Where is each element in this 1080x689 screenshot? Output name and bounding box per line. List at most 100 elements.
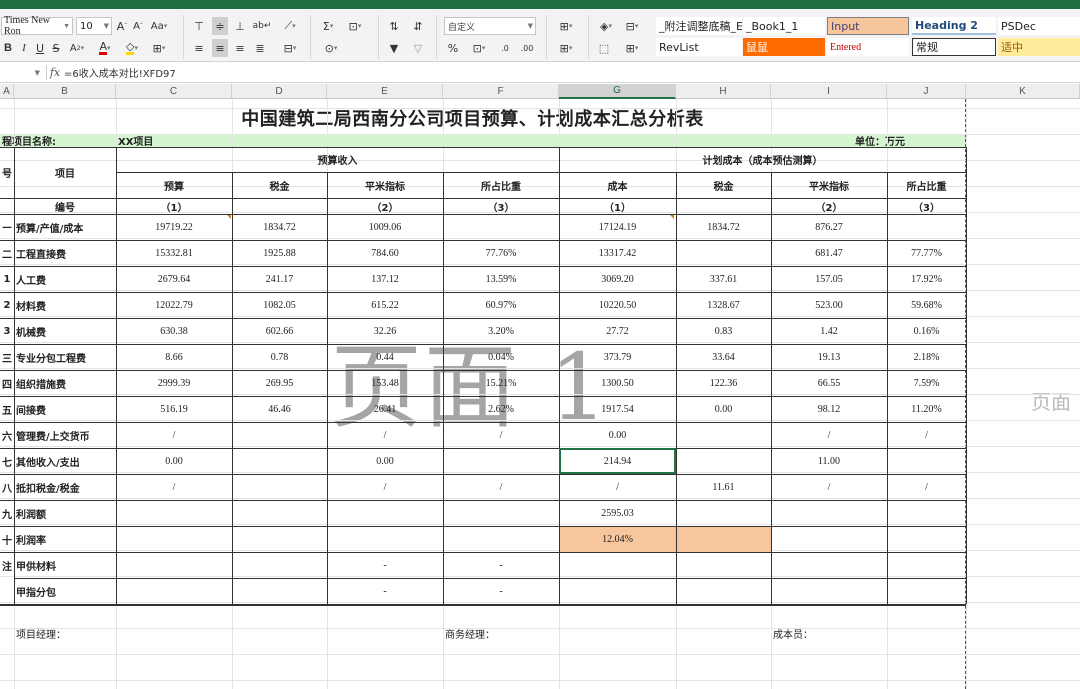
table-cell[interactable]: 1925.88 <box>232 240 327 266</box>
style-book1[interactable]: _Book1_1 <box>743 17 825 35</box>
table-cell[interactable] <box>676 422 771 448</box>
table-format-icon[interactable]: ⊞ ▾ <box>554 39 580 57</box>
table-cell[interactable]: / <box>327 422 443 448</box>
table-cell[interactable]: 2679.64 <box>116 266 232 292</box>
table-cell[interactable]: / <box>443 422 559 448</box>
table-cell[interactable]: 11.61 <box>676 474 771 500</box>
table-cell[interactable]: / <box>116 474 232 500</box>
table-cell[interactable]: 3069.20 <box>559 266 676 292</box>
table-cell[interactable]: - <box>443 578 559 604</box>
table-cell[interactable]: / <box>887 422 966 448</box>
underline-icon[interactable]: U <box>34 39 46 57</box>
fill-icon[interactable]: ⊡ ▾ <box>344 17 368 35</box>
select-icon[interactable]: ⬚ <box>596 39 612 57</box>
table-cell[interactable]: 0.44 <box>327 344 443 370</box>
column-header-a[interactable]: A <box>0 84 14 99</box>
style-input[interactable]: Input <box>827 17 909 35</box>
table-cell[interactable] <box>116 500 232 526</box>
table-cell[interactable]: 3.20% <box>443 318 559 344</box>
table-cell[interactable] <box>887 578 966 604</box>
table-cell[interactable]: 46.46 <box>232 396 327 422</box>
table-cell[interactable]: 157.05 <box>771 266 887 292</box>
style-entered[interactable]: Entered <box>827 38 909 56</box>
table-cell[interactable]: 1328.67 <box>676 292 771 318</box>
table-cell[interactable]: 15.21% <box>443 370 559 396</box>
align-right-icon[interactable]: ≡ <box>233 39 247 57</box>
table-cell[interactable] <box>676 552 771 578</box>
column-header-b[interactable]: B <box>14 84 116 99</box>
table-cell[interactable]: 1834.72 <box>232 214 327 240</box>
table-cell[interactable]: 13.59% <box>443 266 559 292</box>
table-cell[interactable] <box>232 474 327 500</box>
table-cell[interactable]: 122.36 <box>676 370 771 396</box>
sort-descending-icon[interactable]: ⇵ <box>410 17 426 35</box>
table-cell[interactable]: 784.60 <box>327 240 443 266</box>
table-cell[interactable]: 17124.19 <box>559 214 676 240</box>
name-box-dropdown[interactable]: ▼ <box>0 64 46 81</box>
table-cell[interactable]: 2595.03 <box>559 500 676 526</box>
table-cell[interactable] <box>771 526 887 552</box>
table-cell[interactable] <box>232 500 327 526</box>
table-cell[interactable]: 11.00 <box>771 448 887 474</box>
format-table-icon[interactable]: ⊞ ▾ <box>621 39 645 57</box>
column-header-h[interactable]: H <box>676 84 771 99</box>
table-cell[interactable]: 153.48 <box>327 370 443 396</box>
merge-cells-icon[interactable]: ⊟ ▾ <box>279 39 303 57</box>
table-cell[interactable]: 523.00 <box>771 292 887 318</box>
table-cell[interactable] <box>443 448 559 474</box>
project-name-value[interactable]: XX项目 <box>116 134 232 147</box>
table-cell[interactable] <box>887 214 966 240</box>
table-cell[interactable]: 2.62% <box>443 396 559 422</box>
table-cell[interactable]: - <box>327 552 443 578</box>
eraser-icon[interactable]: ◈ ▾ <box>596 17 618 35</box>
table-cell[interactable] <box>116 578 232 604</box>
table-cell[interactable]: 0.00 <box>559 422 676 448</box>
decrease-font-icon[interactable]: Aˇ <box>131 17 145 35</box>
clear-icon[interactable]: ⊙ ▾ <box>318 39 346 57</box>
table-cell[interactable]: 269.95 <box>232 370 327 396</box>
table-cell[interactable] <box>676 578 771 604</box>
table-cell[interactable]: 1834.72 <box>676 214 771 240</box>
table-cell[interactable] <box>887 526 966 552</box>
superscript-icon[interactable]: A 2 ▾ <box>67 39 89 57</box>
table-cell[interactable]: / <box>887 474 966 500</box>
table-cell[interactable]: 373.79 <box>559 344 676 370</box>
formula-input[interactable]: =6收入成本对比!XFD97 <box>64 64 964 81</box>
align-middle-icon[interactable]: ≑ <box>212 17 228 35</box>
style-annotate-draft[interactable]: _附注调整底稿_E <box>656 17 742 35</box>
style-revlist[interactable]: RevList <box>656 38 742 56</box>
cell-style-icon[interactable]: ⊟ ▾ <box>621 17 645 35</box>
table-cell[interactable]: 17.92% <box>887 266 966 292</box>
table-cell[interactable]: 19719.22 <box>116 214 232 240</box>
table-cell[interactable]: / <box>443 474 559 500</box>
table-cell[interactable]: 12.04% <box>559 526 676 552</box>
style-psdec[interactable]: PSDec <box>998 17 1080 35</box>
table-cell[interactable] <box>443 214 559 240</box>
worksheet-grid[interactable]: 中国建筑二局西南分公司项目预算、计划成本汇总分析表 程项目名称: XX项目 单位… <box>0 99 1080 689</box>
strikethrough-icon[interactable]: S <box>50 39 62 57</box>
table-cell[interactable]: 214.94 <box>559 448 676 474</box>
table-cell[interactable] <box>327 526 443 552</box>
table-cell[interactable]: 11.20% <box>887 396 966 422</box>
table-cell[interactable]: 2.18% <box>887 344 966 370</box>
column-header-j[interactable]: J <box>887 84 966 99</box>
table-cell[interactable]: 8.66 <box>116 344 232 370</box>
align-bottom-icon[interactable]: ⊥ <box>233 17 247 35</box>
column-header-e[interactable]: E <box>327 84 443 99</box>
table-cell[interactable]: 60.97% <box>443 292 559 318</box>
style-neutral[interactable]: 适中 <box>998 38 1080 56</box>
column-header-k[interactable]: K <box>966 84 1080 99</box>
font-color-icon[interactable]: A ▾ <box>95 39 117 57</box>
table-cell[interactable]: 27.72 <box>559 318 676 344</box>
table-cell[interactable]: 0.00 <box>676 396 771 422</box>
italic-icon[interactable]: I <box>18 39 30 57</box>
sort-ascending-icon[interactable]: ⇅ <box>386 17 402 35</box>
table-cell[interactable]: 59.68% <box>887 292 966 318</box>
table-cell[interactable] <box>443 500 559 526</box>
increase-decimal-icon[interactable]: .0 <box>497 39 513 57</box>
table-cell[interactable] <box>232 526 327 552</box>
bold-icon[interactable]: B <box>2 39 14 57</box>
table-cell[interactable]: 2999.39 <box>116 370 232 396</box>
table-cell[interactable]: / <box>116 422 232 448</box>
table-cell[interactable] <box>327 500 443 526</box>
